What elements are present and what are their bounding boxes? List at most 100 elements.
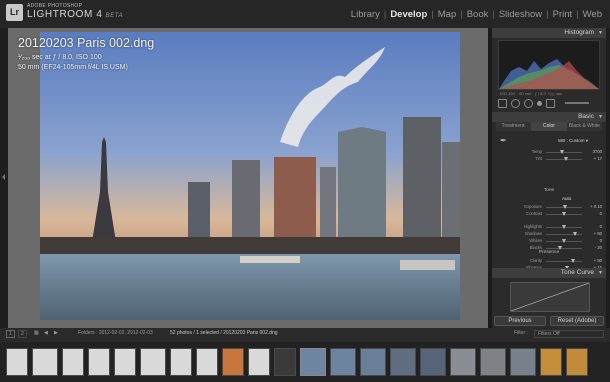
filmstrip-track[interactable]: [6, 344, 604, 380]
slider-thumb[interactable]: [560, 150, 565, 154]
next-photo-icon[interactable]: ▶: [54, 330, 58, 336]
tone-curve-header[interactable]: Tone Curve ▼: [492, 268, 606, 278]
filmstrip-thumbnail[interactable]: [420, 348, 446, 376]
filmstrip-thumbnail[interactable]: [32, 348, 58, 376]
filmstrip-thumbnail[interactable]: [6, 348, 28, 376]
slider-thumb[interactable]: [562, 225, 566, 229]
tone-group-label: Tone: [543, 188, 555, 193]
screen-1-button[interactable]: 1: [6, 330, 15, 338]
collapse-icon: ▼: [598, 30, 603, 36]
slider-value[interactable]: + 17: [584, 156, 602, 161]
tone-curve-line: [510, 282, 590, 312]
filmstrip-thumbnail[interactable]: [222, 348, 244, 376]
slider-thumb[interactable]: [571, 259, 575, 263]
filmstrip: [0, 342, 610, 382]
brand-tag: BETA: [105, 13, 124, 19]
slider-value[interactable]: 3700: [584, 149, 602, 154]
filmstrip-thumbnail[interactable]: [540, 348, 562, 376]
filmstrip-thumbnail[interactable]: [170, 348, 192, 376]
graduated-filter-icon[interactable]: [537, 100, 542, 106]
slider-label: Contrast: [526, 211, 542, 216]
filmstrip-thumbnail[interactable]: [62, 348, 84, 376]
image-canvas: 20120203 Paris 002.dng ¹⁄₂₀₀ sec at ƒ / …: [8, 28, 488, 328]
treatment-tabs: Treatment: Color Black & White: [496, 122, 602, 131]
tool-slider[interactable]: [565, 102, 589, 104]
filmstrip-thumbnail[interactable]: [360, 348, 386, 376]
paris-skyline-photo: [40, 32, 460, 320]
spot-removal-icon[interactable]: [511, 98, 520, 108]
slider-value[interactable]: + 0.10: [584, 204, 602, 209]
tone-curve-graph[interactable]: [510, 282, 590, 312]
right-panel-toggle[interactable]: [606, 28, 610, 328]
slider-value[interactable]: 0: [584, 211, 602, 216]
slider-thumb[interactable]: [562, 239, 566, 243]
module-book[interactable]: Book: [463, 9, 493, 20]
screen-2-button[interactable]: 2: [18, 330, 27, 338]
slider-row: Tint + 17: [492, 155, 606, 163]
brand-name-text: LIGHTROOM 4: [27, 9, 103, 20]
adjustment-brush-icon[interactable]: [546, 98, 555, 108]
slider-value[interactable]: + 60: [584, 231, 602, 236]
slider-value[interactable]: 0: [584, 224, 602, 229]
histogram-title: Histogram: [564, 29, 594, 36]
slider-track[interactable]: [546, 248, 582, 249]
histogram-header[interactable]: Histogram ▼: [492, 28, 606, 38]
filmstrip-thumbnail[interactable]: [196, 348, 218, 376]
slider-value[interactable]: + 50: [584, 258, 602, 263]
slider-label: Tint: [535, 156, 542, 161]
histogram[interactable]: [498, 40, 600, 90]
slider-thumb[interactable]: [563, 157, 568, 161]
filmstrip-thumbnail[interactable]: [248, 348, 270, 376]
photo-count[interactable]: 52 photos / 1 selected / 20120203 Paris …: [170, 330, 278, 336]
tab-black-white[interactable]: Black & White: [566, 122, 602, 131]
slider-label: Whites: [529, 238, 542, 243]
slider-row: Contrast 0: [492, 210, 606, 218]
slider-thumb[interactable]: [562, 212, 566, 216]
tab-color[interactable]: Color: [531, 122, 567, 131]
basic-header[interactable]: Basic ▼: [492, 112, 606, 122]
slider-label: Clarity: [530, 258, 542, 263]
prev-photo-icon[interactable]: ◀: [44, 330, 48, 336]
filmstrip-thumbnail[interactable]: [566, 348, 588, 376]
filter-dropdown[interactable]: Filters Off: [534, 330, 604, 338]
module-picker: Library | Develop | Map | Book | Slideshow | …: [347, 9, 606, 20]
filmstrip-thumbnail[interactable]: [88, 348, 110, 376]
slider-thumb[interactable]: [562, 205, 567, 209]
filmstrip-thumbnail[interactable]: [510, 348, 536, 376]
module-map[interactable]: Map: [434, 9, 460, 20]
auto-tone-button[interactable]: Auto: [562, 196, 571, 201]
grid-view-icon[interactable]: ▦: [34, 330, 39, 336]
filmstrip-thumbnail[interactable]: [114, 348, 136, 376]
module-library[interactable]: Library: [347, 9, 384, 20]
module-slideshow[interactable]: Slideshow: [495, 9, 546, 20]
module-develop[interactable]: Develop: [386, 9, 431, 20]
filmstrip-thumbnail[interactable]: [390, 348, 416, 376]
slider-thumb[interactable]: [572, 232, 577, 236]
crop-icon[interactable]: [498, 98, 507, 108]
slider-value[interactable]: 0: [584, 238, 602, 243]
filmstrip-thumbnail[interactable]: [330, 348, 356, 376]
collapse-icon: ▼: [598, 114, 603, 120]
filmstrip-thumbnail[interactable]: [274, 348, 296, 376]
folders-info[interactable]: Folders : 2012-02-02, 2012-02-03: [78, 330, 153, 336]
filmstrip-thumbnail-selected[interactable]: [300, 348, 326, 376]
presence-group-label: Presence: [538, 250, 560, 255]
top-bar: Lr ADOBE PHOTOSHOP LIGHTROOM 4 BETA Libra…: [0, 0, 610, 28]
module-print[interactable]: Print: [549, 9, 577, 20]
slider-label: Exposure: [524, 204, 542, 209]
photo-filename: 20120203 Paris 002.dng: [18, 36, 155, 50]
previous-button[interactable]: Previous: [494, 316, 546, 326]
white-balance-dropper-icon[interactable]: ✒: [500, 136, 507, 145]
photo-preview[interactable]: [40, 32, 460, 320]
tone-curve-title: Tone Curve: [560, 269, 594, 276]
wb-selector[interactable]: WB : Custom ▾: [558, 138, 588, 144]
red-eye-icon[interactable]: [524, 98, 533, 108]
reset-button[interactable]: Reset (Adobe): [550, 316, 604, 326]
module-web[interactable]: Web: [579, 9, 606, 20]
slider-label: Temp: [531, 149, 542, 154]
left-panel-toggle[interactable]: [0, 28, 8, 328]
slider-track[interactable]: [546, 261, 582, 262]
filmstrip-thumbnail[interactable]: [480, 348, 506, 376]
filmstrip-thumbnail[interactable]: [450, 348, 476, 376]
filmstrip-thumbnail[interactable]: [140, 348, 166, 376]
